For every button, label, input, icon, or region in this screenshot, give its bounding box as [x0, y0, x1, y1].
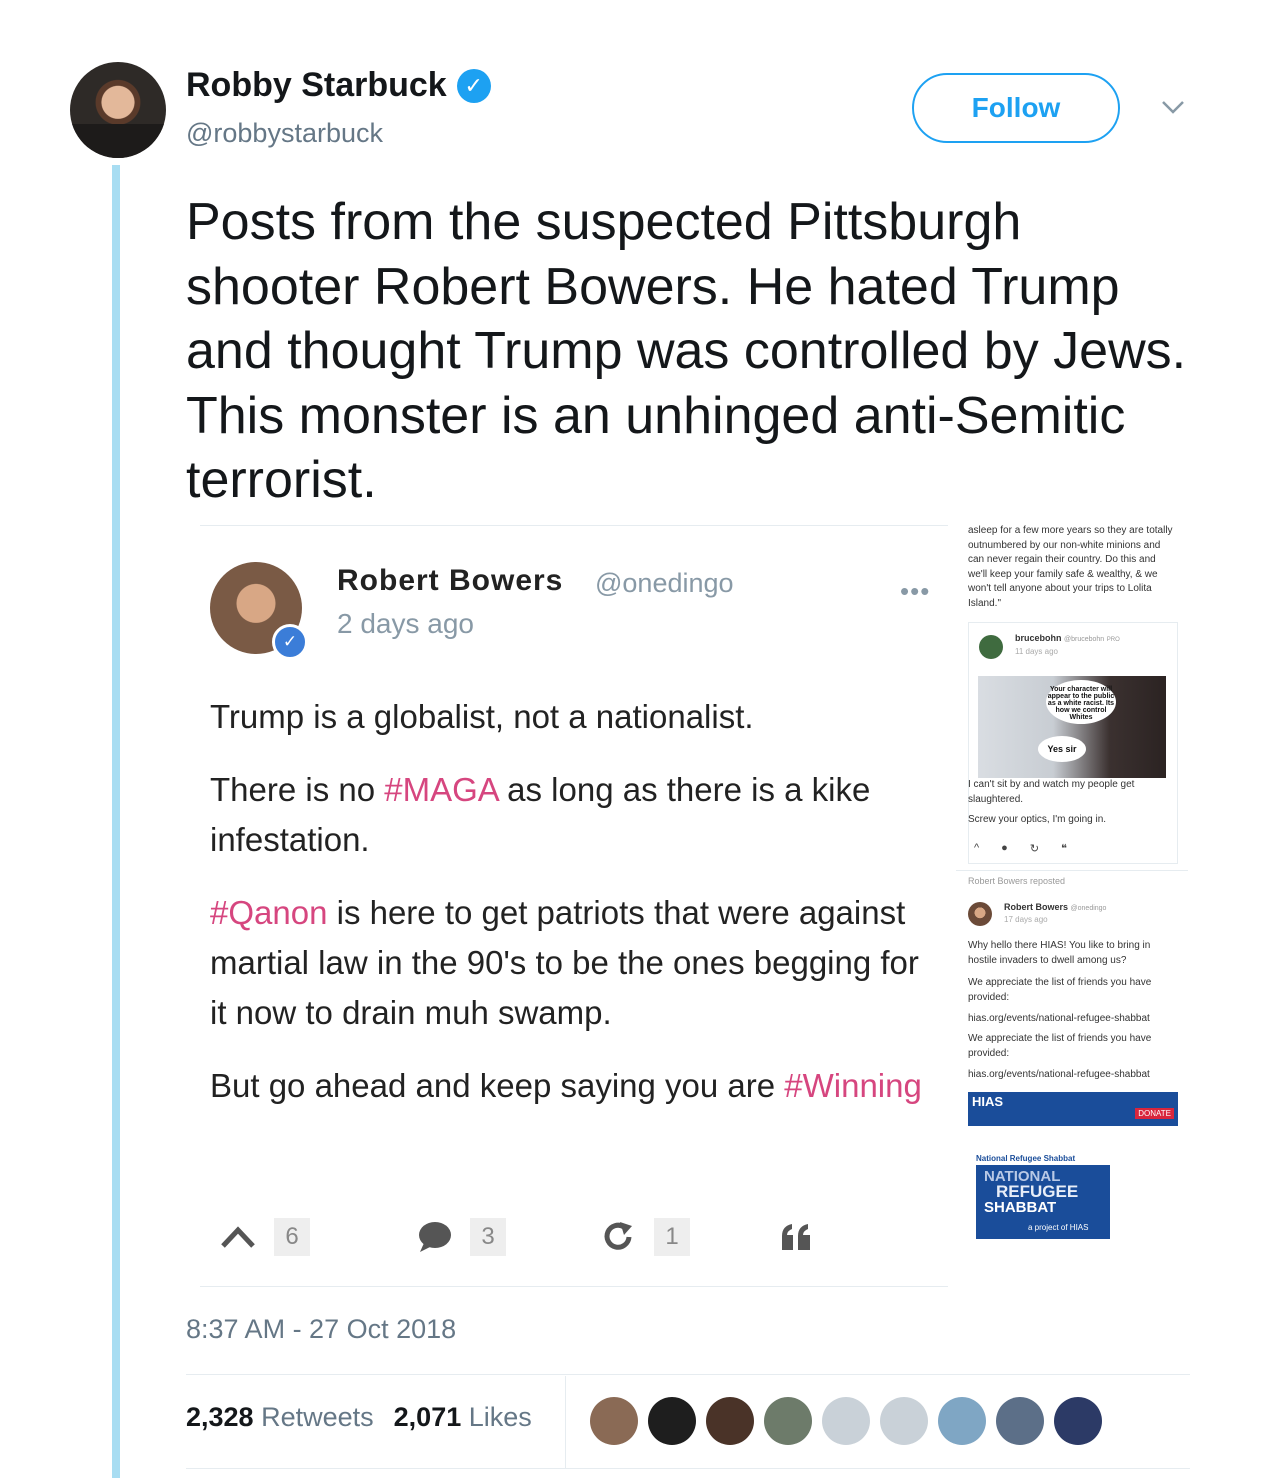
repost-handle: @onedingo [1070, 905, 1107, 912]
liker-avatar[interactable] [822, 1397, 870, 1445]
embedded-verified-icon: ✓ [272, 624, 308, 660]
hashtag-qanon: #Qanon [210, 894, 328, 931]
thread-line [112, 165, 120, 1478]
inner-name-text: brucebohn [1015, 633, 1062, 643]
secondary-screenshot[interactable]: asleep for a few more years so they are … [956, 520, 1188, 1290]
upvote-icon [221, 1226, 255, 1248]
author-avatar[interactable] [70, 62, 166, 158]
liker-avatar[interactable] [996, 1397, 1044, 1445]
nrs-title: National Refugee Shabbat [976, 1154, 1076, 1163]
divider [186, 1468, 1190, 1469]
tweet-timestamp[interactable]: 8:37 AM - 27 Oct 2018 [186, 1314, 456, 1345]
embedded-actions: 6 3 1 [220, 1218, 864, 1256]
engagement-stats: 2,328 Retweets 2,071 Likes [186, 1402, 532, 1433]
text-span: There is no [210, 771, 385, 808]
nrs-image: NATIONAL REFUGEE SHABBAT a project of HI… [976, 1165, 1110, 1239]
author-name-row[interactable]: Robby Starbuck ✓ [186, 66, 491, 105]
comment-action: 3 [418, 1218, 506, 1256]
inner-time: 11 days ago [1015, 647, 1058, 656]
repost-label: Robert Bowers reposted [968, 876, 1066, 886]
hashtag-winning: #Winning [784, 1067, 922, 1104]
tweet-text: Posts from the suspected Pittsburgh shoo… [186, 193, 1187, 509]
embedded-handle: @onedingo [595, 568, 734, 598]
embedded-time: 2 days ago [337, 608, 474, 639]
nrs-sub: a project of HIAS [1028, 1223, 1089, 1232]
repost-icon [604, 1222, 632, 1250]
more-options-icon: ••• [900, 576, 931, 606]
side-divider [956, 870, 1188, 871]
repost-name-row: Robert Bowers @onedingo [1004, 902, 1106, 912]
retweets-count: 2,328 [186, 1402, 254, 1432]
repost-text-1: Why hello there HIAS! You like to bring … [968, 940, 1151, 966]
likes-stat[interactable]: 2,071 Likes [394, 1402, 532, 1433]
quote-action [780, 1222, 812, 1252]
repost-link-1: hias.org/events/national-refugee-shabbat [968, 1013, 1150, 1024]
repost-name: Robert Bowers [1004, 902, 1069, 912]
inner-name: brucebohn @brucebohn PRO [1015, 633, 1120, 643]
side-text-3: Screw your optics, I'm going in. [968, 814, 1107, 825]
upvote-action: 6 [220, 1218, 310, 1256]
author-handle[interactable]: @robbystarbuck [186, 118, 383, 149]
liker-avatar[interactable] [706, 1397, 754, 1445]
meme-image: Your character will appear to the public… [978, 676, 1166, 778]
stats-separator [565, 1376, 566, 1468]
retweets-stat[interactable]: 2,328 Retweets [186, 1402, 374, 1433]
embedded-post-screenshot[interactable]: ✓ Robert Bowers @onedingo 2 days ago •••… [200, 525, 948, 1287]
liker-avatar[interactable] [880, 1397, 928, 1445]
repost-link-2: hias.org/events/national-refugee-shabbat [968, 1069, 1150, 1080]
liker-avatar[interactable] [1054, 1397, 1102, 1445]
speech-bubble: Your character will appear to the public… [1046, 680, 1116, 724]
repost-text-2: We appreciate the list of friends you ha… [968, 977, 1152, 1003]
likes-label: Likes [468, 1402, 532, 1432]
liker-avatar[interactable] [938, 1397, 986, 1445]
hias-banner: HIAS DONATE [968, 1092, 1178, 1126]
repost-time: 17 days ago [1004, 915, 1048, 924]
repost-text-3: We appreciate the list of friends you ha… [968, 1033, 1152, 1059]
repost-count: 1 [654, 1218, 690, 1256]
text-span: But go ahead and keep saying you are [210, 1067, 785, 1104]
inner-badge: PRO [1106, 637, 1120, 643]
embedded-paragraph: Trump is a globalist, not a nationalist. [210, 698, 754, 735]
side-top-text: asleep for a few more years so they are … [968, 525, 1173, 609]
side-quote-icon: ❝ [1061, 843, 1067, 855]
donate-button: DONATE [1135, 1108, 1174, 1119]
speech-bubble: Yes sir [1038, 736, 1086, 762]
side-text-2: I can't sit by and watch my people get s… [968, 779, 1135, 805]
comment-count: 3 [470, 1218, 506, 1256]
likes-count: 2,071 [393, 1402, 462, 1432]
liker-avatars [590, 1397, 1102, 1445]
nrs-line: REFUGEE [996, 1182, 1079, 1201]
author-name[interactable]: Robby Starbuck [186, 66, 447, 105]
embedded-paragraph: There is no #MAGA as long as there is a … [210, 765, 930, 865]
repost-action: 1 [602, 1218, 690, 1256]
repost-avatar [968, 902, 992, 926]
liker-avatar[interactable] [764, 1397, 812, 1445]
inner-avatar [979, 635, 1003, 659]
side-actions: ^ ● ↻ ❝ [974, 842, 1067, 855]
verified-badge-icon: ✓ [456, 68, 491, 103]
side-repost-icon: ↻ [1029, 843, 1040, 855]
divider [186, 1374, 1190, 1375]
embedded-name: Robert Bowers [337, 564, 564, 597]
comment-icon [419, 1222, 451, 1252]
embedded-body: Trump is a globalist, not a nationalist.… [210, 692, 930, 1134]
inner-handle: @brucebohn [1064, 636, 1105, 643]
embedded-paragraph: #Qanon is here to get patriots that were… [210, 888, 930, 1038]
upvote-count: 6 [274, 1218, 310, 1256]
side-up-icon: ^ [974, 842, 980, 854]
side-comment-icon: ● [1001, 842, 1008, 854]
retweets-label: Retweets [261, 1402, 374, 1432]
chevron-down-icon[interactable] [1158, 92, 1188, 122]
hias-logo: HIAS [972, 1094, 1004, 1109]
quote-icon [782, 1224, 810, 1250]
liker-avatar[interactable] [590, 1397, 638, 1445]
follow-button[interactable]: Follow [912, 73, 1120, 143]
hashtag-maga: #MAGA [384, 771, 498, 808]
embedded-paragraph: But go ahead and keep saying you are #Wi… [210, 1061, 930, 1111]
nrs-line: SHABBAT [984, 1199, 1057, 1216]
liker-avatar[interactable] [648, 1397, 696, 1445]
